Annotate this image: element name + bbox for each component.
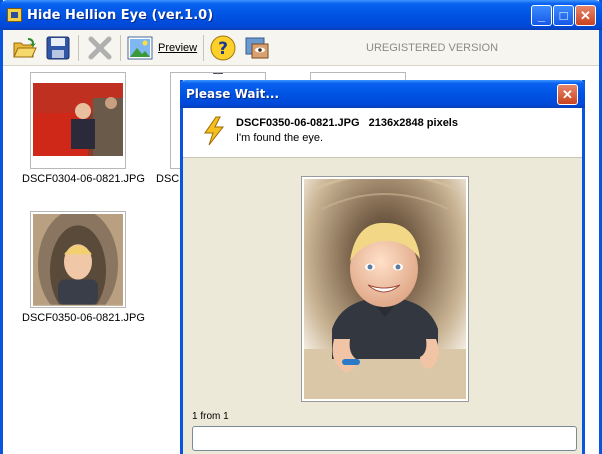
eye-photo-icon	[245, 37, 269, 59]
progress-count-label: 1 from 1	[192, 411, 229, 422]
toolbar: Preview ? UREGISTERED VERSION	[3, 30, 599, 66]
floppy-save-icon	[46, 36, 70, 60]
maximize-button[interactable]: □	[553, 5, 574, 26]
picture-icon	[127, 36, 153, 60]
about-button[interactable]	[244, 35, 270, 61]
delete-x-icon	[88, 36, 112, 60]
dialog-close-button[interactable]: ✕	[557, 84, 578, 105]
thumbnail-item[interactable]	[30, 211, 126, 308]
open-folder-button[interactable]	[11, 35, 39, 61]
lightning-icon	[204, 116, 225, 146]
preview-label: Preview	[158, 42, 198, 54]
photo-preview-image	[304, 172, 466, 399]
window-title: Hide Hellion Eye (ver.1.0)	[27, 8, 214, 23]
thumbnail-image	[33, 214, 123, 306]
thumbnail-label: DSCF0350-06-0821.JPG	[22, 312, 145, 324]
open-folder-icon	[13, 38, 37, 58]
app-icon	[7, 8, 22, 22]
please-wait-dialog: Please Wait... ✕ DSCF0350-06-0821.JPG 21…	[180, 80, 585, 454]
dialog-header: DSCF0350-06-0821.JPG 2136x2848 pixels I'…	[183, 108, 582, 158]
photo-preview	[301, 172, 469, 402]
thumbnail-item[interactable]	[30, 72, 126, 169]
dialog-title-bar[interactable]: Please Wait... ✕	[180, 80, 585, 108]
progress-bar	[192, 426, 577, 451]
preview-button[interactable]: Preview	[127, 35, 199, 61]
thumbnail-image	[33, 83, 123, 156]
help-question-icon: ?	[210, 35, 236, 61]
close-button[interactable]: ✕	[575, 5, 596, 26]
title-bar[interactable]: Hide Hellion Eye (ver.1.0) _ □ ✕	[0, 0, 602, 30]
dialog-filename: DSCF0350-06-0821.JPG 2136x2848 pixels	[236, 117, 458, 129]
help-button[interactable]: ?	[209, 35, 237, 61]
thumbnail-label: DSCF0304-06-0821.JPG	[22, 173, 145, 185]
unregistered-label: UREGISTERED VERSION	[366, 42, 499, 54]
delete-button[interactable]	[87, 35, 113, 61]
minimize-button[interactable]: _	[531, 5, 552, 26]
dialog-status-text: I'm found the eye.	[236, 132, 324, 144]
svg-text:?: ?	[218, 39, 228, 59]
dialog-title: Please Wait...	[186, 87, 280, 101]
save-button[interactable]	[45, 35, 71, 61]
